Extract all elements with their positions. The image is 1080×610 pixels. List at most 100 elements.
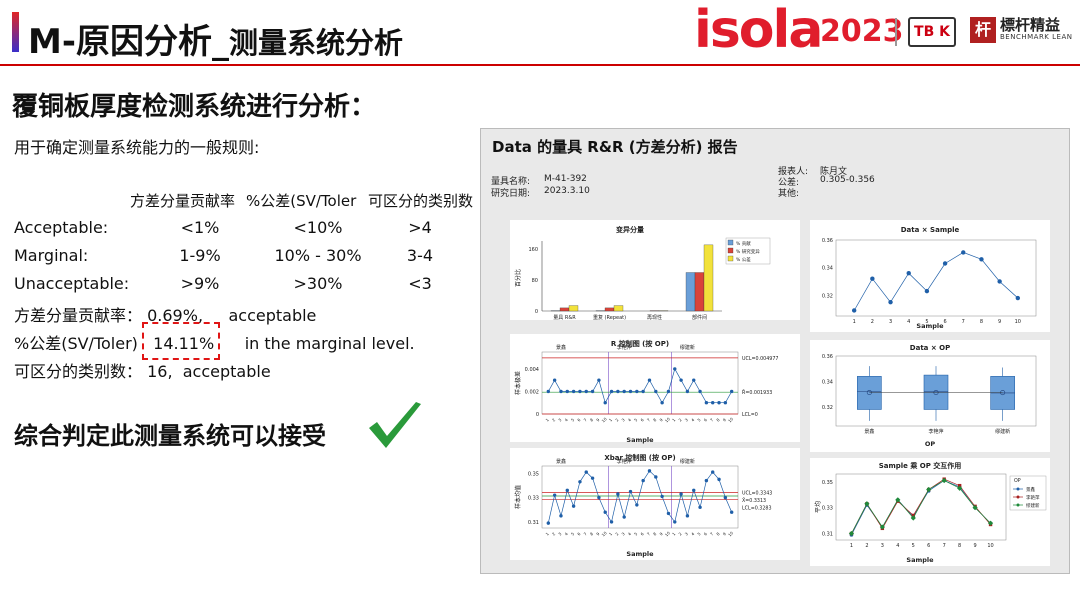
data-point (609, 389, 614, 394)
ucl-label: UCL=0.3343 (742, 490, 772, 496)
data-point (641, 478, 645, 483)
y-axis-label: 平均 (814, 501, 822, 513)
data-point (552, 378, 557, 382)
legend-label: 李艳萍 (1026, 494, 1040, 501)
legend-label: % 公差 (736, 256, 751, 263)
legend-marker (1016, 503, 1020, 507)
x-axis-label: Sample (626, 436, 654, 444)
data-point (628, 389, 633, 394)
data-point (717, 477, 721, 482)
operator-label: 缪建新 (680, 458, 695, 465)
data-point (942, 261, 948, 266)
data-point (1015, 295, 1021, 301)
legend-marker (1016, 487, 1020, 491)
legend-swatch (727, 239, 734, 246)
data-point (609, 520, 614, 524)
y-tick-label: 0.31 (822, 532, 833, 538)
bar (613, 305, 624, 312)
box (857, 376, 882, 410)
data-point (578, 389, 582, 394)
data-point (698, 505, 702, 510)
isola-logo: isola (694, 0, 823, 60)
section-heading: 覆铜板厚度检测系统进行分析： (12, 92, 377, 122)
highlight-box (142, 322, 220, 360)
data-point (888, 299, 893, 305)
cell: 1-9% (179, 246, 221, 265)
legend-label: 景鑫 (1026, 486, 1035, 493)
data-point (578, 480, 582, 484)
data-point (603, 510, 607, 514)
x-tick-label: 3 (881, 543, 884, 549)
legend-title: OP (1014, 478, 1021, 484)
page-title: M-原因分析_测量系统分析 (28, 22, 403, 62)
x-tick-label: 1 (853, 319, 856, 325)
chart-panel (810, 220, 1050, 332)
data-point (565, 488, 569, 493)
data-point (603, 401, 607, 405)
cell: 3-4 (406, 246, 434, 265)
x-tick-label: 2 (871, 319, 874, 325)
data-point (641, 389, 645, 394)
data-point (711, 401, 715, 405)
x-tick-label: 9 (998, 319, 1001, 325)
x-axis-label: Sample (626, 550, 654, 558)
y-tick-label: 0 (535, 309, 538, 315)
cell: <1% (180, 218, 220, 237)
bar (685, 272, 696, 312)
data-point (647, 469, 652, 473)
cell: <3 (408, 274, 432, 293)
y-tick-label: 0.33 (528, 496, 539, 502)
y-tick-label: 0.004 (525, 367, 539, 373)
data-point (666, 511, 671, 516)
data-point (698, 389, 702, 394)
y-tick-label: 0.33 (822, 506, 833, 512)
data-point (590, 389, 595, 394)
y-axis-label: 样本极差 (514, 371, 522, 395)
page-subtitle: 测量系统分析 (228, 26, 403, 60)
y-tick-label: 0.36 (822, 354, 833, 360)
x-tick-label: 量具 R&R (553, 314, 576, 321)
data-point (654, 475, 658, 479)
data-point (711, 470, 715, 474)
logo-divider (895, 18, 897, 46)
y-axis-label: 百分比 (514, 269, 522, 287)
y-tick-label: 0.34 (822, 379, 833, 385)
data-point (616, 492, 620, 496)
cell: >4 (408, 218, 432, 237)
chart-panel (510, 220, 800, 320)
operator-label: 景鑫 (556, 458, 566, 465)
row-label-marginal: Marginal: (14, 246, 89, 265)
x-axis-label: OP (925, 440, 936, 448)
data-point (723, 401, 728, 405)
y-tick-label: 0 (536, 412, 539, 418)
data-point (673, 520, 677, 524)
data-point (559, 389, 563, 394)
operator-label: 景鑫 (556, 344, 566, 351)
benchmark-logo-en: BENCHMARK LEAN (1000, 33, 1073, 41)
legend-swatch (727, 255, 734, 262)
title-accent-bar (12, 12, 19, 52)
data-point (685, 514, 690, 518)
center-label: X̄=0.3313 (742, 497, 766, 504)
cell: >9% (180, 274, 220, 293)
data-point (584, 470, 588, 474)
partner-logo: TB K (908, 17, 956, 47)
data-point (961, 250, 966, 255)
data-point (924, 288, 930, 294)
data-point (571, 389, 576, 394)
data-point (546, 521, 551, 525)
x-axis-label: Sample (906, 556, 934, 564)
row-label-unacceptable: Unacceptable: (14, 274, 130, 293)
conclusion-text: 综合判定此测量系统可以接受 (14, 422, 326, 450)
y-tick-label: 80 (532, 278, 538, 284)
x-tick-label: 10 (1015, 319, 1021, 325)
y-tick-label: 0.35 (528, 471, 539, 477)
x-tick-label: 4 (896, 543, 899, 549)
bar (703, 244, 714, 312)
legend-label: % 研究变异 (736, 248, 760, 255)
data-point (584, 389, 588, 394)
result-categories: 可区分的类别数： 16, acceptable (14, 362, 271, 381)
operator-label: 李艳萍 (617, 458, 632, 465)
data-point (628, 489, 633, 494)
column-header-tolerance: %公差(SV/Toler (246, 192, 357, 210)
